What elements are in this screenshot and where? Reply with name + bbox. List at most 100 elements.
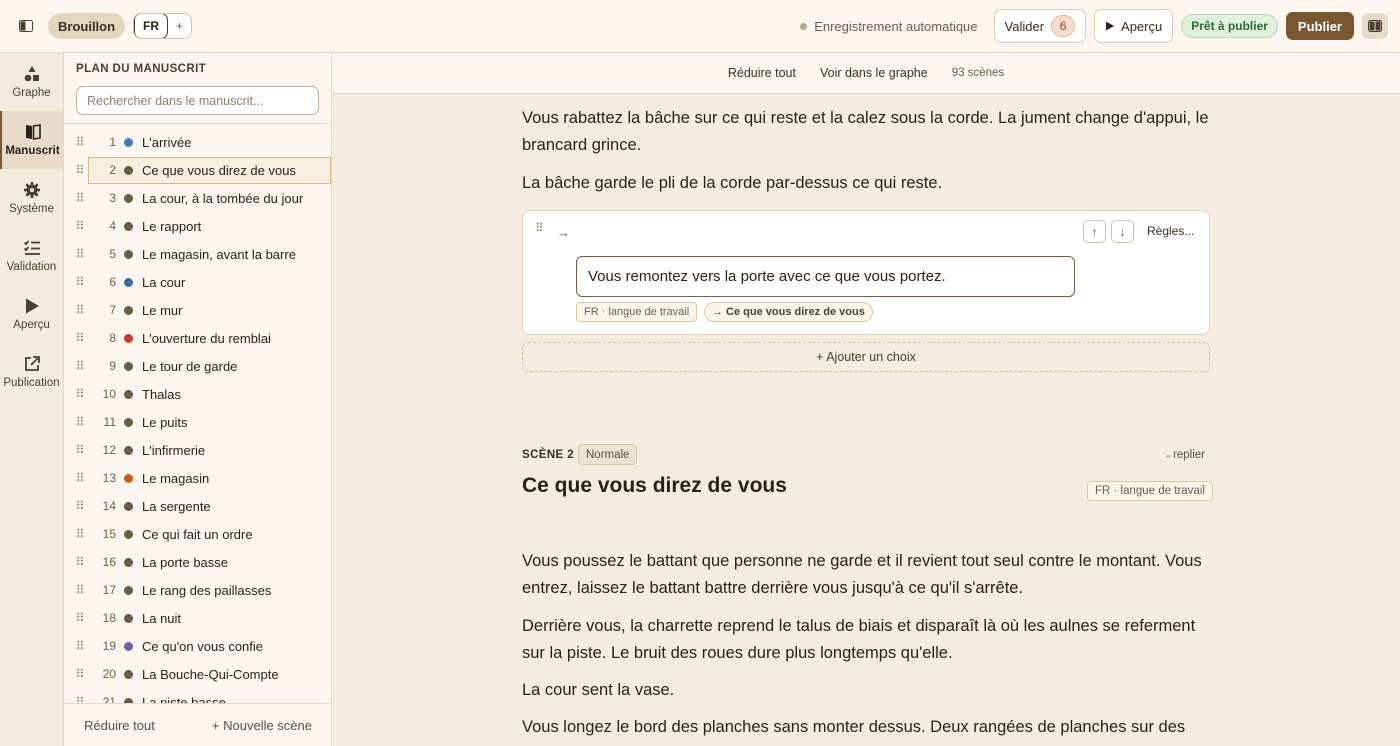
scene-status-dot-icon: [124, 249, 133, 259]
drag-handle-icon[interactable]: ⠿: [68, 499, 92, 513]
drag-handle-icon[interactable]: ⠿: [68, 443, 92, 457]
scene-status-dot-icon: [124, 445, 133, 455]
validation-count-badge: 6: [1051, 15, 1076, 37]
scene-status-dot-icon: [124, 389, 133, 399]
drag-handle-icon[interactable]: ⠿: [68, 303, 92, 317]
scene-list-item[interactable]: ⠿ 8 L'ouverture du remblai: [64, 324, 332, 352]
drag-handle-icon[interactable]: ⠿: [68, 667, 92, 681]
drag-handle-icon[interactable]: ⠿: [68, 555, 92, 569]
scene-list-item[interactable]: ⠿ 10 Thalas: [64, 380, 332, 408]
outline-title: PLAN DU MANUSCRIT: [76, 63, 207, 75]
publish-button[interactable]: Publier: [1285, 12, 1354, 40]
drag-handle-icon[interactable]: ⠿: [68, 359, 92, 373]
drag-handle-icon[interactable]: ⠿: [68, 135, 92, 149]
choice-text-field[interactable]: Vous remontez vers la porte avec ce que …: [576, 256, 1075, 297]
rail-item-validation[interactable]: Validation: [0, 227, 63, 285]
search-input[interactable]: [76, 86, 319, 115]
paragraph[interactable]: La bâche garde le pli de la corde par-de…: [522, 170, 1210, 197]
scene-list-item[interactable]: ⠿ 12 L'infirmerie: [64, 436, 332, 464]
scene-title[interactable]: Ce que vous direz de vous: [522, 474, 787, 498]
add-choice-button[interactable]: + Ajouter un choix: [522, 342, 1210, 372]
drag-handle-icon[interactable]: ⠿: [68, 583, 92, 597]
scene-list-item[interactable]: ⠿ 21 La piste basse: [64, 688, 332, 703]
scene-list-item[interactable]: ⠿ 2 Ce que vous direz de vous: [64, 156, 332, 184]
move-down-icon[interactable]: ↓: [1111, 220, 1134, 243]
drag-handle-icon[interactable]: ⠿: [68, 387, 92, 401]
paragraph[interactable]: Vous rabattez la bâche sur ce qui reste …: [522, 105, 1210, 159]
drag-handle-icon[interactable]: ⠿: [68, 275, 92, 289]
drag-handle-icon[interactable]: ⠿: [68, 191, 92, 205]
scene-list-item[interactable]: ⠿ 3 La cour, à la tombée du jour: [64, 184, 332, 212]
scene-list-item[interactable]: ⠿ 1 L'arrivée: [64, 128, 332, 156]
scene-list-item[interactable]: ⠿ 20 La Bouche-Qui-Compte: [64, 660, 332, 688]
scene-number: 8: [109, 331, 116, 345]
drag-handle-icon[interactable]: ⠿: [68, 331, 92, 345]
preview-button[interactable]: Aperçu: [1094, 9, 1174, 43]
scene-list-item[interactable]: ⠿ 9 Le tour de garde: [64, 352, 332, 380]
scene-list-item[interactable]: ⠿ 5 Le magasin, avant la barre: [64, 240, 332, 268]
drag-handle-icon[interactable]: ⠿: [68, 695, 92, 703]
rail-item-systeme[interactable]: Système: [0, 169, 63, 227]
drag-handle-icon[interactable]: ⠿: [68, 415, 92, 429]
drag-handle-icon[interactable]: ⠿: [535, 221, 544, 235]
move-up-icon[interactable]: ↑: [1083, 220, 1106, 243]
divider: [64, 123, 332, 124]
scene-number: 21: [102, 695, 116, 703]
rail-item-publication[interactable]: Publication: [0, 343, 63, 401]
scene-list-item[interactable]: ⠿ 16 La porte basse: [64, 548, 332, 576]
paragraph[interactable]: La cour sent la vase.: [522, 677, 1210, 704]
scene-list-item[interactable]: ⠿ 11 Le puits: [64, 408, 332, 436]
checklist-icon: [23, 240, 40, 255]
rail-label: Manuscrit: [5, 145, 60, 157]
validate-button[interactable]: Valider 6: [993, 9, 1087, 43]
rail-item-apercu[interactable]: Aperçu: [0, 285, 63, 343]
scene-status-dot-icon: [124, 501, 133, 511]
rail-label: Graphe: [12, 87, 51, 99]
scene-list-item[interactable]: ⠿ 7 Le mur: [64, 296, 332, 324]
view-in-graph-button[interactable]: Voir dans le graphe: [820, 66, 928, 80]
fold-scene-button[interactable]: ˗ replier: [1166, 449, 1205, 461]
choice-arrow-icon: →: [557, 225, 570, 240]
drag-handle-icon[interactable]: ⠿: [68, 247, 92, 261]
drag-handle-icon[interactable]: ⠿: [68, 527, 92, 541]
autosave-label: Enregistrement automatique: [814, 18, 978, 34]
scene-number: 19: [102, 639, 116, 653]
paragraph[interactable]: Derrière vous, la charrette reprend le t…: [522, 613, 1210, 667]
rail-item-manuscrit[interactable]: Manuscrit: [0, 111, 63, 169]
scene-list-item[interactable]: ⠿ 13 Le magasin: [64, 464, 332, 492]
scene-number-label: SCÈNE 2: [522, 449, 575, 461]
drag-handle-icon[interactable]: ⠿: [68, 163, 92, 177]
language-button-fr[interactable]: FR: [134, 14, 169, 38]
scene-list-item[interactable]: ⠿ 4 Le rapport: [64, 212, 332, 240]
scene-list-item[interactable]: ⠿ 15 Ce qui fait un ordre: [64, 520, 332, 548]
panel-toggle-icon[interactable]: [1362, 13, 1388, 39]
scene-status-dot-icon: [124, 669, 133, 679]
scene-status-dot-icon: [124, 361, 133, 371]
scene-list-item[interactable]: ⠿ 14 La sergente: [64, 492, 332, 520]
scene-number: 1: [109, 135, 116, 149]
collapse-all-scenes-button[interactable]: Réduire tout: [728, 66, 796, 80]
drag-handle-icon[interactable]: ⠿: [68, 219, 92, 233]
drag-handle-icon[interactable]: ⠿: [68, 471, 92, 485]
scene-list-item[interactable]: ⠿ 18 La nuit: [64, 604, 332, 632]
scene-type-badge[interactable]: Normale: [578, 444, 638, 465]
sidebar-toggle-icon[interactable]: [12, 12, 40, 40]
scene-list-item[interactable]: ⠿ 6 La cour: [64, 268, 332, 296]
scene-title: La sergente: [142, 498, 211, 514]
paragraph[interactable]: Vous longez le bord des planches sans mo…: [522, 714, 1210, 741]
choice-target-tag[interactable]: → Ce que vous direz de vous: [704, 302, 873, 322]
drag-handle-icon[interactable]: ⠿: [68, 611, 92, 625]
scene-list-item[interactable]: ⠿ 17 Le rang des paillasses: [64, 576, 332, 604]
scene-title: La cour: [142, 274, 186, 290]
drag-handle-icon[interactable]: ⠿: [68, 639, 92, 653]
collapse-all-button[interactable]: Réduire tout: [84, 718, 155, 733]
scene-title: L'ouverture du remblai: [142, 330, 271, 346]
scene-list-item[interactable]: ⠿ 19 Ce qu'on vous confie: [64, 632, 332, 660]
scene-status-dot-icon: [124, 137, 133, 147]
rules-button[interactable]: Règles...: [1147, 224, 1194, 238]
rail-item-graphe[interactable]: Graphe: [0, 53, 63, 111]
add-language-button[interactable]: +: [168, 19, 191, 33]
scene-status-dot-icon: [124, 221, 133, 231]
paragraph[interactable]: Vous poussez le battant que personne ne …: [522, 548, 1210, 602]
new-scene-button[interactable]: + Nouvelle scène: [212, 718, 312, 733]
